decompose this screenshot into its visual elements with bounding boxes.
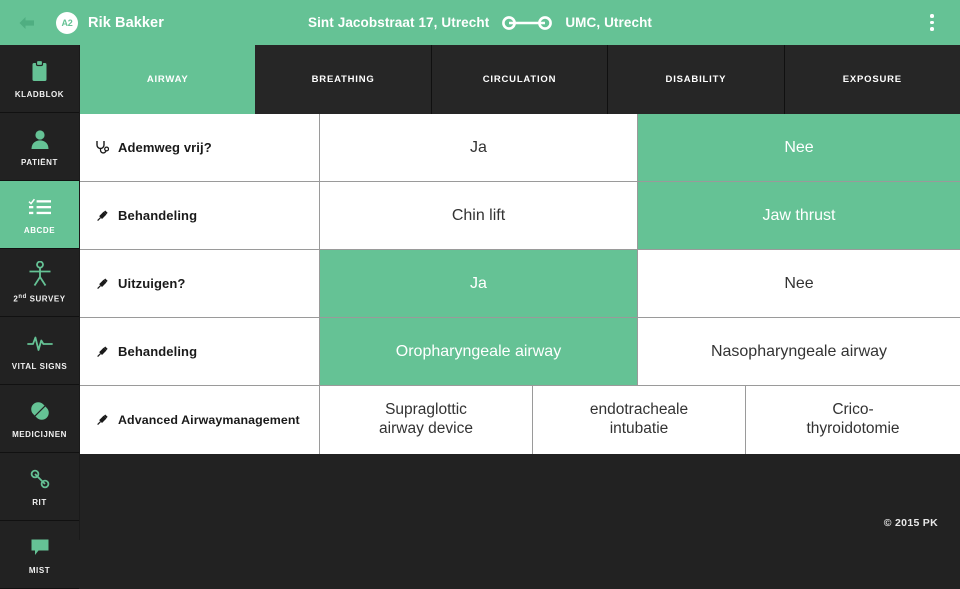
option-cell[interactable]: Oropharyngeale airway	[320, 318, 638, 385]
sidebar-label: ABCDE	[23, 226, 56, 235]
option-cell[interactable]: Crico- thyroidotomie	[746, 386, 960, 454]
sidebar-label-main: SURVEY	[29, 294, 66, 304]
row-label: Uitzuigen?	[118, 276, 186, 291]
sidebar-item-rit[interactable]: RIT	[0, 453, 79, 521]
speech-bubble-icon	[30, 534, 50, 560]
row-label: Behandeling	[118, 208, 198, 223]
option-cell[interactable]: Nee	[638, 250, 960, 317]
pill-icon	[29, 398, 51, 424]
sidebar-label: MIST	[28, 566, 51, 575]
sidebar-item-patient[interactable]: PATIËNT	[0, 113, 79, 181]
row-label-cell: Uitzuigen?	[80, 250, 320, 317]
sidebar-item-medicijnen[interactable]: MEDICIJNEN	[0, 385, 79, 453]
back-button[interactable]	[4, 0, 48, 45]
table-row: Behandeling Oropharyngeale airway Nasoph…	[80, 318, 960, 386]
row-label: Ademweg vrij?	[118, 140, 212, 155]
sidebar-item-abcde[interactable]: ABCDE	[0, 181, 79, 249]
patient-name: Rik Bakker	[88, 14, 164, 31]
option-cell[interactable]: Jaw thrust	[638, 182, 960, 249]
menu-dot	[930, 27, 934, 31]
syringe-icon	[92, 209, 111, 223]
syringe-icon	[92, 413, 111, 427]
option-cell[interactable]: Nasopharyngeale airway	[638, 318, 960, 385]
person-icon	[30, 126, 50, 152]
route-origin: Sint Jacobstraat 17, Utrecht	[307, 15, 490, 30]
sidebar-item-kladblok[interactable]: KLADBLOK	[0, 45, 79, 113]
option-line-1: Crico-	[832, 401, 874, 419]
option-cell[interactable]: Chin lift	[320, 182, 638, 249]
option-cell[interactable]: Nee	[638, 114, 960, 181]
syringe-icon	[92, 277, 111, 291]
sidebar-label-sup: nd	[18, 294, 27, 301]
airway-form-table: Ademweg vrij? Ja Nee Behandeling Chin li…	[80, 114, 960, 454]
overflow-menu-icon[interactable]	[918, 0, 946, 45]
row-label: Advanced Airwaymanagement	[118, 413, 300, 427]
tab-circulation[interactable]: CIRCULATION	[431, 45, 609, 114]
route-destination: UMC, Utrecht	[565, 15, 653, 30]
option-line-2: airway device	[379, 420, 473, 437]
table-row: Ademweg vrij? Ja Nee	[80, 114, 960, 182]
sidebar-label: VITAL SIGNS	[11, 362, 68, 371]
row-label-cell: Ademweg vrij?	[80, 114, 320, 181]
option-line-2: thyroidotomie	[806, 420, 900, 437]
tab-breathing[interactable]: BREATHING	[255, 45, 432, 114]
row-label-cell: Advanced Airwaymanagement	[80, 386, 320, 454]
route-connector-icon	[501, 15, 553, 31]
table-row: Advanced Airwaymanagement Supraglottic a…	[80, 386, 960, 454]
row-label-cell: Behandeling	[80, 182, 320, 249]
copyright-text: © 2015 PK	[883, 517, 938, 529]
sidebar-label: RIT	[32, 498, 47, 507]
body-figure-icon	[28, 261, 52, 287]
sidebar-item-2nd-survey[interactable]: 2nd SURVEY	[0, 249, 79, 317]
tab-airway[interactable]: AIRWAY	[80, 45, 256, 114]
avatar: A2	[56, 11, 78, 34]
tab-exposure[interactable]: EXPOSURE	[784, 45, 960, 114]
table-row: Behandeling Chin lift Jaw thrust	[80, 182, 960, 250]
back-arrow-icon	[19, 16, 34, 29]
option-cell[interactable]: Supraglottic airway device	[320, 386, 533, 454]
sidebar-label: PATIËNT	[21, 158, 58, 167]
row-label-cell: Behandeling	[80, 318, 320, 385]
syringe-icon	[92, 345, 111, 359]
menu-dot	[930, 14, 934, 18]
table-row: Uitzuigen? Ja Nee	[80, 250, 960, 318]
abcde-tab-bar: AIRWAY BREATHING CIRCULATION DISABILITY …	[80, 45, 960, 114]
sidebar-label: 2nd SURVEY	[13, 294, 65, 304]
app-root: A2 Rik Bakker Sint Jacobstraat 17, Utrec…	[0, 0, 960, 589]
stethoscope-icon	[92, 140, 111, 155]
sidebar-label: MEDICIJNEN	[12, 430, 67, 439]
tab-disability[interactable]: DISABILITY	[608, 45, 785, 114]
option-line-2: intubatie	[609, 420, 669, 437]
menu-dot	[930, 20, 934, 25]
option-cell[interactable]: Ja	[320, 114, 638, 181]
row-label: Behandeling	[118, 344, 198, 359]
clipboard-icon	[31, 58, 48, 84]
option-line-1: endotracheale	[589, 401, 689, 419]
route-node-icon	[29, 466, 51, 492]
option-cell[interactable]: endotracheale intubatie	[533, 386, 746, 454]
sidebar-item-mist[interactable]: MIST	[0, 521, 79, 589]
sidebar: KLADBLOK PATIËNT ABCDE 2nd SURVEY VITAL …	[0, 45, 80, 589]
heartbeat-icon	[26, 330, 53, 356]
sidebar-label: KLADBLOK	[14, 90, 65, 99]
option-line-1: Supraglottic	[385, 401, 467, 419]
checklist-icon	[27, 194, 52, 220]
sidebar-item-vital-signs[interactable]: VITAL SIGNS	[0, 317, 79, 385]
top-bar: A2 Rik Bakker Sint Jacobstraat 17, Utrec…	[0, 0, 960, 45]
option-cell[interactable]: Ja	[320, 250, 638, 317]
